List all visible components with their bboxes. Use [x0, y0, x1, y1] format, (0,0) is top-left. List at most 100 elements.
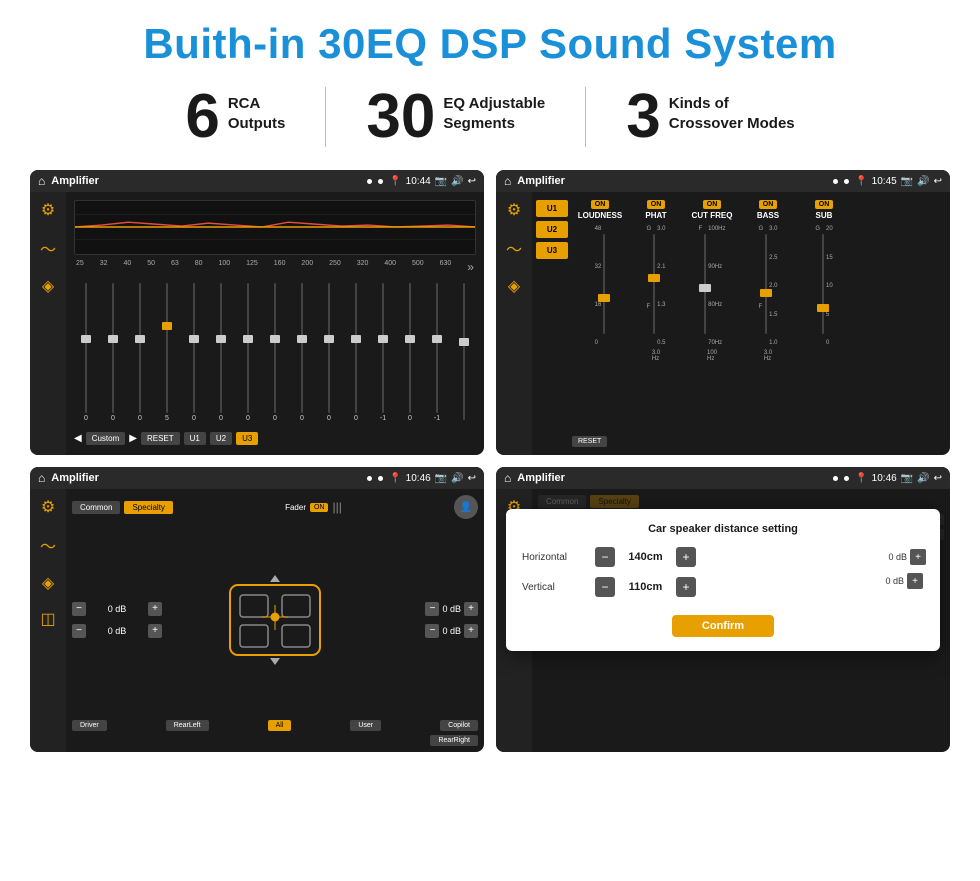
eq-u1-btn[interactable]: U1 [184, 432, 206, 445]
eq-filter-icon[interactable]: ⚙ [41, 200, 55, 220]
footer-driver-btn[interactable]: Driver [72, 720, 107, 731]
db-plus-4[interactable]: + [464, 624, 478, 638]
back-icon-4[interactable]: ↩ [934, 473, 942, 484]
speaker-tab-specialty[interactable]: Specialty [124, 501, 172, 514]
stat-eq: 30 EQ Adjustable Segments [326, 86, 585, 148]
footer-all-btn[interactable]: All [268, 720, 292, 731]
amp-phat-slider[interactable] [653, 234, 655, 334]
speaker-db-row-4: − 0 dB + [425, 624, 478, 638]
eq-prev-btn[interactable]: ◀ [74, 433, 82, 444]
amp-loudness-slider[interactable] [603, 234, 605, 334]
status-bar-amp: ⌂ Amplifier 📍 10:45 📷 🔊 ↩ [496, 170, 950, 192]
amp-preset-u2[interactable]: U2 [536, 221, 568, 238]
eq-slider-3[interactable]: 0 [128, 283, 152, 422]
eq-slider-6[interactable]: 0 [209, 283, 233, 422]
db-plus-1[interactable]: + [148, 602, 162, 616]
eq-wave-icon[interactable]: 〜 [40, 236, 56, 260]
stat-label-crossover: Kinds of Crossover Modes [669, 94, 795, 133]
eq-next-btn[interactable]: ▶ [129, 433, 137, 444]
eq-slider-5[interactable]: 0 [182, 283, 206, 422]
eq-slider-10[interactable]: 0 [317, 283, 341, 422]
footer-rearleft-btn[interactable]: RearLeft [166, 720, 209, 731]
db-minus-3[interactable]: − [425, 602, 439, 616]
eq-slider-15[interactable] [452, 283, 476, 422]
fader-slider-handle[interactable]: ||| [332, 500, 341, 514]
amp-cutfreq-slider[interactable] [704, 234, 706, 334]
amp-preset-u1[interactable]: U1 [536, 200, 568, 217]
amp-filter-icon[interactable]: ⚙ [507, 200, 521, 220]
db-minus-4[interactable]: − [425, 624, 439, 638]
eq-slider-1[interactable]: 0 [74, 283, 98, 422]
back-icon-2[interactable]: ↩ [934, 176, 942, 187]
home-icon[interactable]: ⌂ [38, 174, 45, 188]
eq-u2-btn[interactable]: U2 [210, 432, 232, 445]
amp-sub-label: SUB [816, 211, 833, 220]
amp-wave-icon[interactable]: 〜 [506, 236, 522, 260]
horizontal-label: Horizontal [522, 552, 587, 563]
footer-rearright-btn[interactable]: RearRight [430, 735, 478, 746]
status-dot-1 [367, 179, 372, 184]
eq-slider-12[interactable]: -1 [371, 283, 395, 422]
home-icon-3[interactable]: ⌂ [38, 471, 45, 485]
amp-cutfreq-on[interactable]: ON [703, 200, 722, 209]
back-icon-3[interactable]: ↩ [468, 473, 476, 484]
amp-preset-u3[interactable]: U3 [536, 242, 568, 259]
camera-icon-2: 📷 [901, 176, 913, 187]
speaker-tab-common[interactable]: Common [72, 501, 120, 514]
amp-phat-on[interactable]: ON [647, 200, 666, 209]
eq-slider-14[interactable]: -1 [425, 283, 449, 422]
amp-bass-slider[interactable] [765, 234, 767, 334]
amp-reset-btn[interactable]: RESET [572, 436, 607, 447]
eq-slider-8[interactable]: 0 [263, 283, 287, 422]
eq-screen-content: ⚙ 〜 ◈ [30, 192, 484, 455]
db-plus-2[interactable]: + [148, 624, 162, 638]
stats-row: 6 RCA Outputs 30 EQ Adjustable Segments … [30, 86, 950, 148]
eq-sliders: 0 0 0 5 [74, 279, 476, 426]
eq-slider-4[interactable]: 5 [155, 283, 179, 422]
amp-sub-slider[interactable] [822, 234, 824, 334]
eq-u3-btn[interactable]: U3 [236, 432, 258, 445]
db-minus-1[interactable]: − [72, 602, 86, 616]
screenshot-amp: ⌂ Amplifier 📍 10:45 📷 🔊 ↩ ⚙ 〜 ◈ [496, 170, 950, 455]
stat-number-crossover: 3 [626, 86, 660, 148]
speaker-speaker-icon[interactable]: ◈ [42, 573, 54, 593]
home-icon-4[interactable]: ⌂ [504, 471, 511, 485]
footer-copilot-btn[interactable]: Copilot [440, 720, 478, 731]
dialog-confirm-btn[interactable]: Confirm [672, 615, 774, 637]
amp-bass-on[interactable]: ON [759, 200, 778, 209]
speaker-wave-icon[interactable]: 〜 [40, 533, 56, 557]
speaker-extra-icon[interactable]: ◫ [40, 609, 55, 629]
amp-cutfreq-label: CUT FREQ [692, 211, 733, 220]
eq-speaker-icon[interactable]: ◈ [42, 276, 54, 296]
amp-sub-on[interactable]: ON [815, 200, 834, 209]
vertical-row: Vertical − 110cm + [522, 577, 924, 597]
eq-slider-2[interactable]: 0 [101, 283, 125, 422]
amp-loudness: ON LOUDNESS 4832160 [574, 200, 626, 346]
eq-slider-7[interactable]: 0 [236, 283, 260, 422]
back-icon[interactable]: ↩ [468, 176, 476, 187]
db-plus-3[interactable]: + [464, 602, 478, 616]
db-minus-2[interactable]: − [72, 624, 86, 638]
right-db-plus-1[interactable]: + [910, 549, 926, 565]
location-icon-4: 📍 [855, 473, 867, 484]
expand-arrow[interactable]: » [467, 260, 474, 274]
amp-loudness-on[interactable]: ON [591, 200, 610, 209]
amp-speaker-icon[interactable]: ◈ [508, 276, 520, 296]
footer-user-btn[interactable]: User [350, 720, 381, 731]
speaker-settings-icon[interactable]: 👤 [454, 495, 478, 519]
right-db-plus-2[interactable]: + [907, 573, 923, 589]
fader-on-badge[interactable]: ON [310, 503, 329, 512]
vertical-plus-btn[interactable]: + [676, 577, 696, 597]
eq-slider-13[interactable]: 0 [398, 283, 422, 422]
eq-slider-11[interactable]: 0 [344, 283, 368, 422]
eq-custom-btn[interactable]: Custom [86, 432, 126, 445]
location-icon-2: 📍 [855, 176, 867, 187]
eq-slider-9[interactable]: 0 [290, 283, 314, 422]
speaker-filter-icon[interactable]: ⚙ [41, 497, 55, 517]
eq-reset-btn[interactable]: RESET [141, 432, 180, 445]
vertical-minus-btn[interactable]: − [595, 577, 615, 597]
horizontal-minus-btn[interactable]: − [595, 547, 615, 567]
volume-icon: 🔊 [451, 176, 463, 187]
home-icon-2[interactable]: ⌂ [504, 174, 511, 188]
horizontal-plus-btn[interactable]: + [676, 547, 696, 567]
